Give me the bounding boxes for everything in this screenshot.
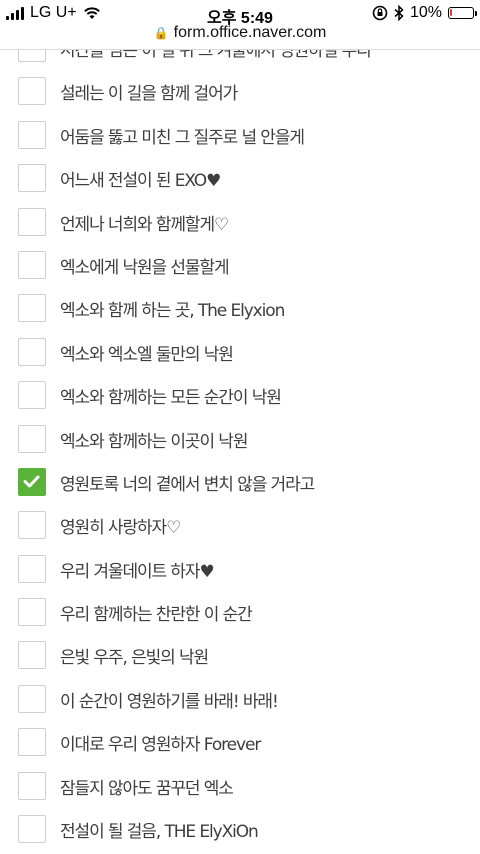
- option-label: 영원토록 너의 곁에서 변치 않을 거라고: [60, 474, 315, 495]
- option-label: 시간을 넘은 이 길 위 그 겨울에서 영원하길 우리: [60, 50, 372, 61]
- battery-icon: [448, 7, 477, 19]
- checkbox[interactable]: [18, 641, 46, 670]
- option-label: 설레는 이 길을 함께 걸어가: [60, 84, 238, 105]
- option-label: 엑소에게 낙원을 선물할게: [60, 257, 230, 278]
- checkbox[interactable]: [18, 511, 46, 540]
- checkbox[interactable]: [18, 728, 46, 757]
- option-label: 전설이 될 걸음, THE ElyXiOn: [60, 822, 259, 843]
- option-label: 엑소와 함께하는 모든 순간이 낙원: [60, 388, 282, 409]
- option-item[interactable]: 엑소와 함께 하는 곳, The Elyxion: [0, 288, 480, 331]
- battery-level: [450, 9, 452, 16]
- option-label: 어느새 전설이 된 EXO♥: [60, 171, 221, 192]
- option-item[interactable]: 이대로 우리 영원하자 Forever: [0, 722, 480, 765]
- checkbox-checked[interactable]: [18, 467, 46, 496]
- option-item[interactable]: 설레는 이 길을 함께 걸어가: [0, 71, 480, 114]
- bluetooth-icon: [394, 5, 404, 21]
- checkbox[interactable]: [18, 554, 46, 583]
- option-label: 잠들지 않아도 꿈꾸던 엑소: [60, 778, 234, 799]
- checkbox[interactable]: [18, 815, 46, 844]
- lock-icon: 🔒: [153, 26, 169, 40]
- option-label: 엑소와 함께 하는 곳, The Elyxion: [60, 301, 285, 322]
- checkbox[interactable]: [18, 50, 46, 62]
- checkbox[interactable]: [18, 207, 46, 236]
- option-item[interactable]: 영원토록 너의 곁에서 변치 않을 거라고: [0, 462, 480, 505]
- option-label: 엑소와 함께하는 이곳이 낙원: [60, 431, 249, 452]
- option-item[interactable]: 우리 함께하는 찬란한 이 순간: [0, 592, 480, 635]
- checkbox[interactable]: [18, 424, 46, 453]
- checkbox[interactable]: [18, 294, 46, 323]
- checkbox[interactable]: [18, 120, 46, 149]
- option-item[interactable]: 이 순간이 영원하기를 바래! 바래!: [0, 679, 480, 722]
- checkbox[interactable]: [18, 771, 46, 800]
- status-right: 10%: [372, 4, 477, 22]
- option-label: 은빛 우주, 은빛의 낙원: [60, 648, 209, 669]
- option-label: 영원히 사랑하자♡: [60, 518, 181, 539]
- option-label: 엑소와 엑소엘 둘만의 낙원: [60, 344, 234, 365]
- option-item[interactable]: 엑소와 함께하는 모든 순간이 낙원: [0, 375, 480, 418]
- option-item[interactable]: 어둠을 뚫고 미친 그 질주로 널 안을게: [0, 115, 480, 158]
- option-item[interactable]: 전설이 될 걸음, THE ElyXiOn: [0, 809, 480, 852]
- option-item[interactable]: 어느새 전설이 된 EXO♥: [0, 158, 480, 201]
- option-label: 우리 함께하는 찬란한 이 순간: [60, 605, 253, 626]
- checkbox[interactable]: [18, 598, 46, 627]
- url-text: form.office.naver.com: [173, 24, 327, 41]
- option-item[interactable]: 엑소에게 낙원을 선물할게: [0, 245, 480, 288]
- checkbox[interactable]: [18, 164, 46, 193]
- option-item[interactable]: 은빛 우주, 은빛의 낙원: [0, 635, 480, 678]
- option-label: 언제나 너희와 함께할게♡: [60, 214, 229, 235]
- option-label: 이대로 우리 영원하자 Forever: [60, 735, 261, 756]
- option-item[interactable]: 시간을 넘은 이 길 위 그 겨울에서 영원하길 우리: [0, 50, 480, 71]
- checkbox[interactable]: [18, 684, 46, 713]
- option-item[interactable]: 우리 겨울데이트 하자♥: [0, 549, 480, 592]
- option-label: 이 순간이 영원하기를 바래! 바래!: [60, 691, 279, 712]
- battery-percent: 10%: [409, 4, 442, 21]
- option-item[interactable]: 잠들지 않아도 꿈꾸던 엑소: [0, 766, 480, 809]
- option-item[interactable]: 엑소와 엑소엘 둘만의 낙원: [0, 332, 480, 375]
- checkbox[interactable]: [18, 381, 46, 410]
- option-label: 어둠을 뚫고 미친 그 질주로 널 안을게: [60, 127, 305, 148]
- checkmark-icon: [23, 475, 40, 488]
- checkbox[interactable]: [18, 77, 46, 106]
- option-item[interactable]: 영원히 사랑하자♡: [0, 505, 480, 548]
- checkbox[interactable]: [18, 250, 46, 279]
- checkbox-options-list: 시간을 넘은 이 길 위 그 겨울에서 영원하길 우리설레는 이 길을 함께 걸…: [0, 50, 480, 854]
- checkbox[interactable]: [18, 337, 46, 366]
- options-container: 시간을 넘은 이 길 위 그 겨울에서 영원하길 우리설레는 이 길을 함께 걸…: [0, 50, 480, 852]
- rotation-lock-icon: [372, 5, 388, 21]
- address-bar[interactable]: 🔒 form.office.naver.com: [0, 24, 480, 50]
- option-label: 우리 겨울데이트 하자♥: [60, 561, 215, 582]
- option-item[interactable]: 엑소와 함께하는 이곳이 낙원: [0, 419, 480, 462]
- option-item[interactable]: 언제나 너희와 함께할게♡: [0, 202, 480, 245]
